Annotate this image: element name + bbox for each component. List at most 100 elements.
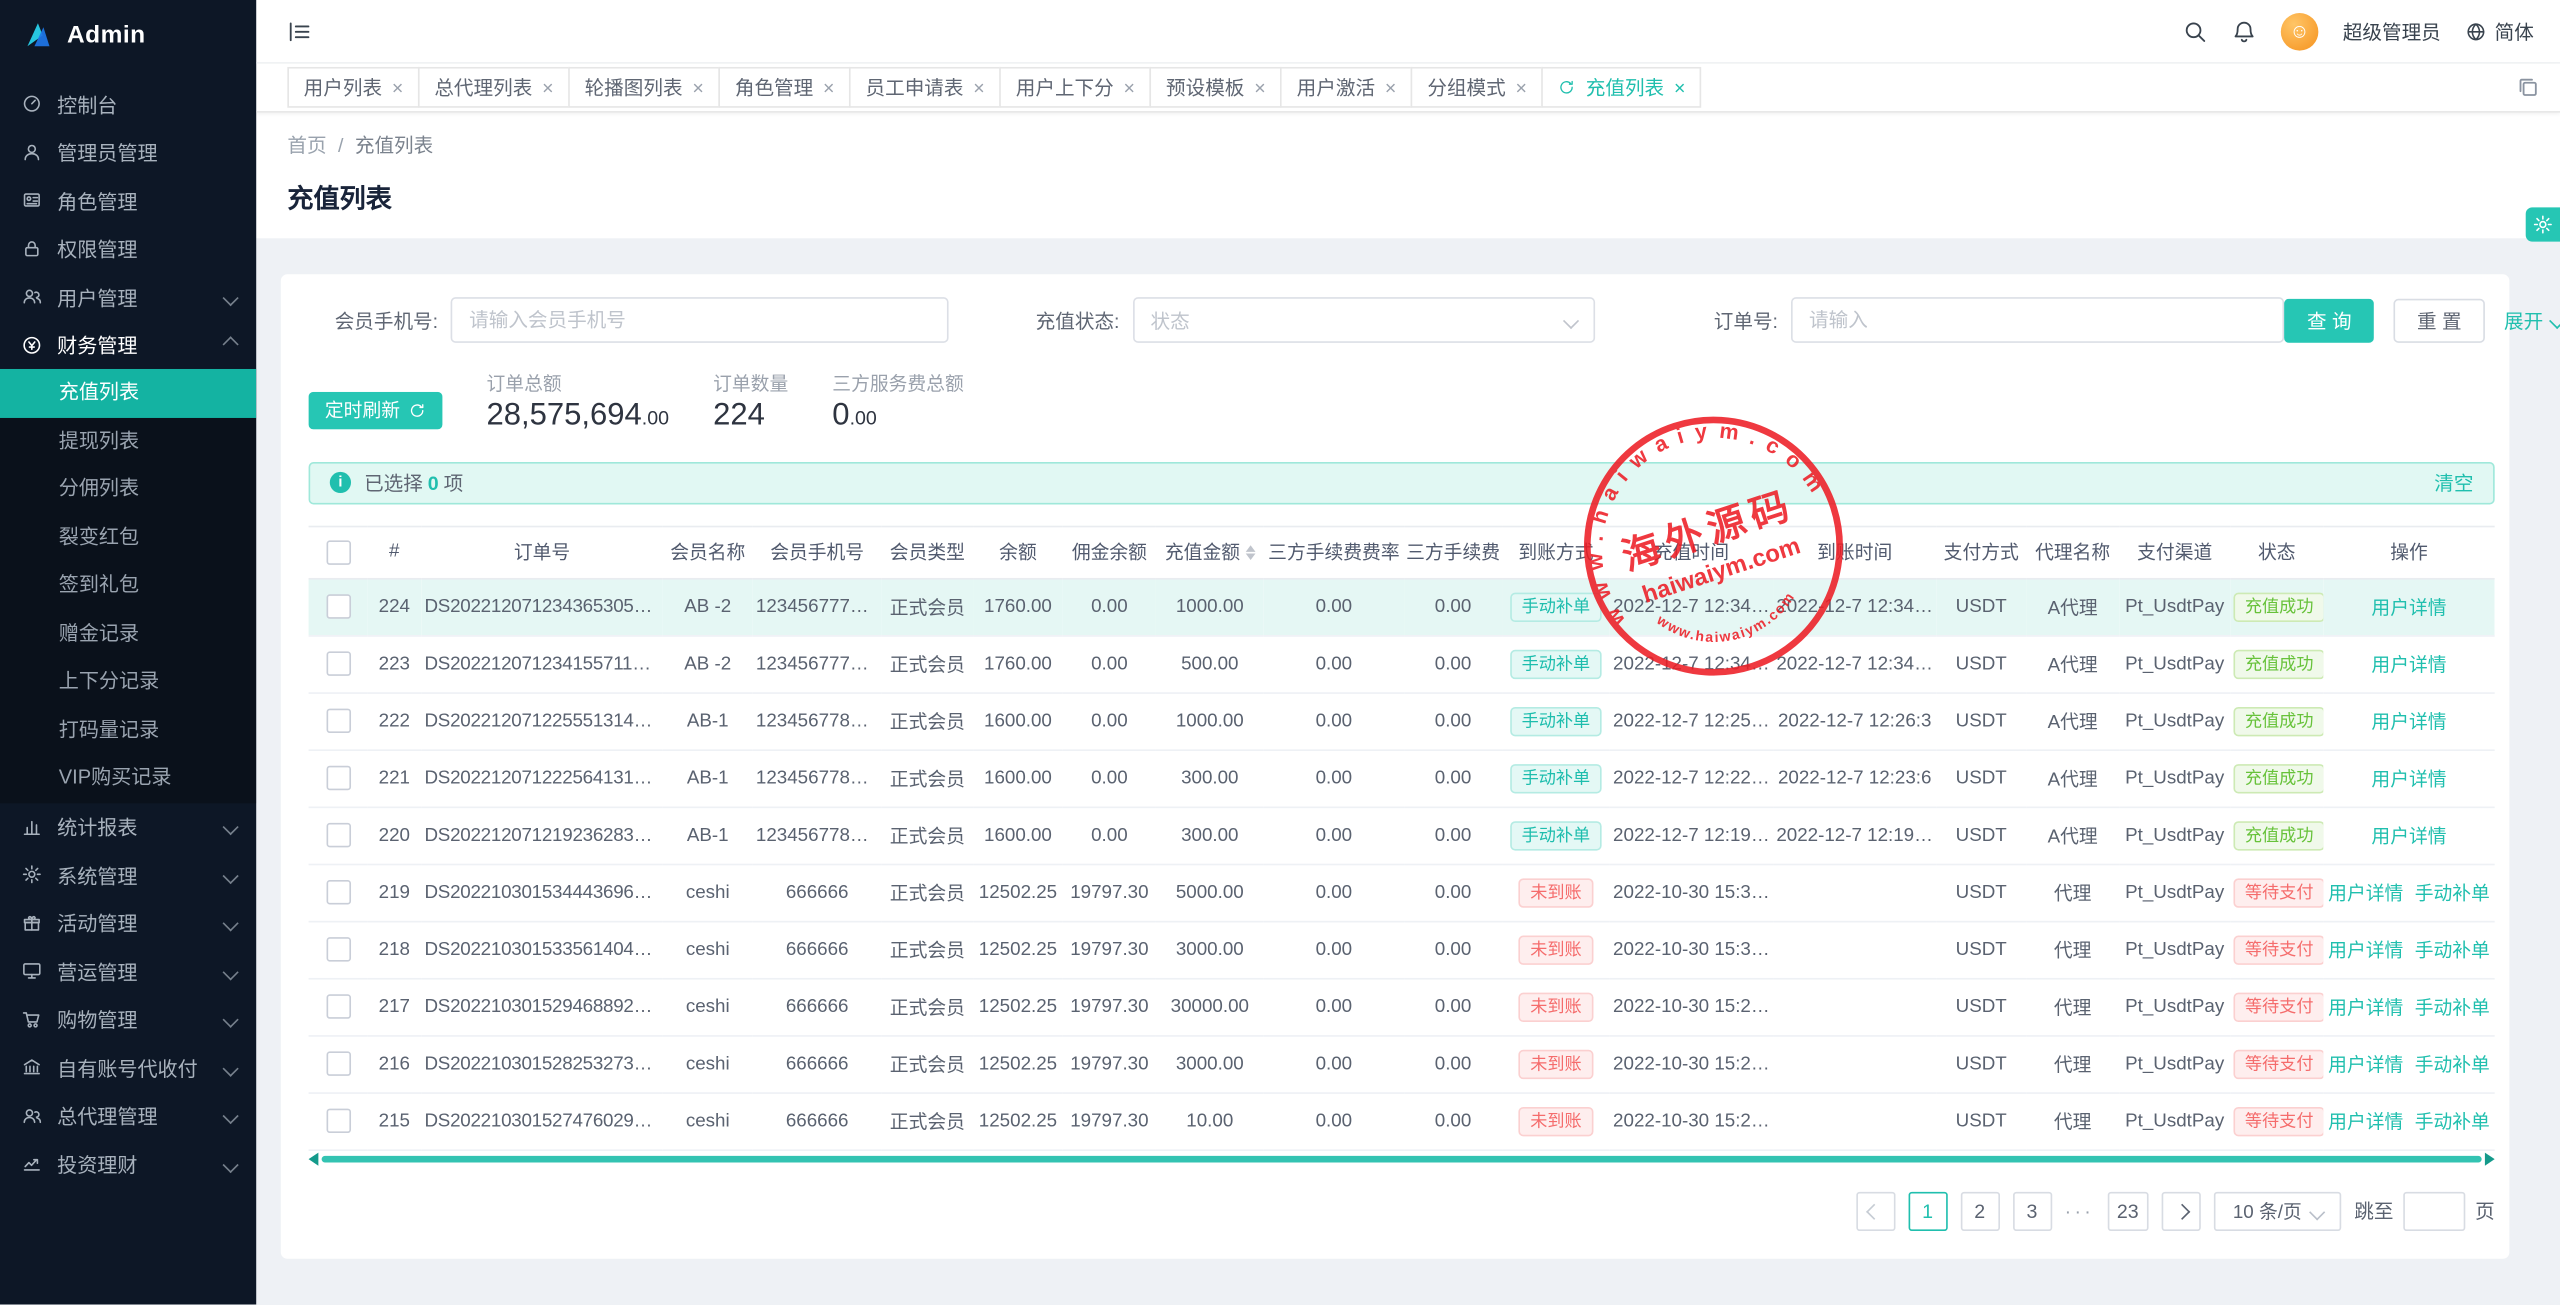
clear-selection-link[interactable]: 清空 [2434, 469, 2473, 497]
user-detail-link[interactable]: 用户详情 [2328, 994, 2403, 1020]
sidebar-subitem-wager-record[interactable]: 打码量记录 [0, 706, 256, 754]
tab-close-icon[interactable]: × [1254, 78, 1265, 98]
pagination-ellipsis[interactable]: ··· [2065, 1200, 2094, 1223]
recharge-status-select[interactable]: 状态 [1133, 297, 1595, 343]
tab-carousel-list[interactable]: 轮播图列表× [568, 67, 720, 108]
row-checkbox[interactable] [326, 1052, 350, 1076]
tab-recharge-list[interactable]: 充值列表× [1542, 67, 1702, 108]
row-checkbox[interactable] [326, 709, 350, 733]
sidebar-item-finance-management[interactable]: 财务管理 [0, 321, 256, 369]
user-detail-link[interactable]: 用户详情 [2328, 1108, 2403, 1134]
logo[interactable]: Admin [0, 0, 256, 69]
scroll-right-icon[interactable] [2485, 1153, 2495, 1166]
tab-preset-template[interactable]: 预设模板× [1150, 67, 1282, 108]
horizontal-scrollbar[interactable] [309, 1154, 2495, 1165]
sidebar-item-permission-management[interactable]: 权限管理 [0, 224, 256, 272]
manual-supplement-link[interactable]: 手动补单 [2415, 880, 2490, 906]
user-detail-link[interactable]: 用户详情 [2371, 651, 2446, 677]
row-checkbox[interactable] [326, 1109, 350, 1133]
user-detail-link[interactable]: 用户详情 [2371, 594, 2446, 620]
tab-group-mode[interactable]: 分组模式× [1411, 67, 1543, 108]
manual-supplement-link[interactable]: 手动补单 [2415, 1108, 2490, 1134]
sidebar-item-investment[interactable]: 投资理财 [0, 1140, 256, 1188]
row-checkbox[interactable] [326, 823, 350, 847]
tab-user-list[interactable]: 用户列表× [287, 67, 419, 108]
page-number-button[interactable]: 23 [2107, 1192, 2148, 1231]
sidebar-subitem-recharge-list[interactable]: 充值列表 [0, 369, 256, 417]
tab-general-agent-list[interactable]: 总代理列表× [418, 67, 570, 108]
sidebar-subitem-fission-red-packet[interactable]: 裂变红包 [0, 513, 256, 561]
user-detail-link[interactable]: 用户详情 [2371, 823, 2446, 849]
sidebar-subitem-up-down-record[interactable]: 上下分记录 [0, 658, 256, 706]
copy-icon[interactable] [2516, 75, 2540, 99]
tab-close-icon[interactable]: × [1516, 78, 1527, 98]
reset-button[interactable]: 重 置 [2394, 298, 2484, 342]
tab-role-management[interactable]: 角色管理× [719, 67, 851, 108]
row-checkbox[interactable] [326, 652, 350, 676]
order-number-input[interactable] [1791, 297, 2284, 343]
prev-page-button[interactable] [1856, 1192, 1895, 1231]
tab-staff-application[interactable]: 员工申请表× [849, 67, 1001, 108]
sidebar-subitem-commission-list[interactable]: 分佣列表 [0, 465, 256, 513]
manual-supplement-link[interactable]: 手动补单 [2415, 994, 2490, 1020]
sidebar-subitem-bonus-record[interactable]: 赠金记录 [0, 610, 256, 658]
row-checkbox[interactable] [326, 995, 350, 1019]
user-detail-link[interactable]: 用户详情 [2328, 1051, 2403, 1077]
menu-fold-icon[interactable] [287, 19, 311, 43]
scrollbar-track[interactable] [322, 1157, 2482, 1164]
settings-fab[interactable] [2526, 207, 2560, 241]
tab-close-icon[interactable]: × [542, 78, 553, 98]
tab-close-icon[interactable]: × [823, 78, 834, 98]
tab-user-up-down[interactable]: 用户上下分× [999, 67, 1151, 108]
sidebar-item-dashboard[interactable]: 控制台 [0, 80, 256, 128]
sidebar-item-role-management[interactable]: 角色管理 [0, 176, 256, 224]
tab-close-icon[interactable]: × [1674, 78, 1685, 98]
column-header-recharge_amount[interactable]: 充值金额 [1156, 526, 1264, 578]
page-number-button[interactable]: 1 [1908, 1192, 1947, 1231]
select-all-checkbox[interactable] [326, 540, 350, 564]
sidebar-subitem-vip-purchase-record[interactable]: VIP购买记录 [0, 754, 256, 802]
language-switcher[interactable]: 简体 [2465, 17, 2534, 45]
page-number-button[interactable]: 2 [1960, 1192, 1999, 1231]
sidebar-item-user-management[interactable]: 用户管理 [0, 273, 256, 321]
member-phone-input[interactable] [451, 297, 949, 343]
sidebar-item-operation-management[interactable]: 营运管理 [0, 947, 256, 995]
tab-close-icon[interactable]: × [392, 78, 403, 98]
sort-icon[interactable] [1245, 545, 1255, 560]
user-detail-link[interactable]: 用户详情 [2328, 937, 2403, 963]
sidebar-item-statistics-report[interactable]: 统计报表 [0, 802, 256, 850]
next-page-button[interactable] [2162, 1192, 2201, 1231]
sidebar-item-system-management[interactable]: 系统管理 [0, 851, 256, 899]
sidebar-subitem-check-in-gift[interactable]: 签到礼包 [0, 562, 256, 610]
breadcrumb-home[interactable]: 首页 [287, 131, 326, 159]
row-checkbox[interactable] [326, 766, 350, 790]
row-checkbox[interactable] [326, 595, 350, 619]
sidebar-item-own-account-payment[interactable]: 自有账号代收付 [0, 1043, 256, 1091]
manual-supplement-link[interactable]: 手动补单 [2415, 937, 2490, 963]
tab-close-icon[interactable]: × [1124, 78, 1135, 98]
search-button[interactable]: 查 询 [2284, 298, 2374, 342]
tab-user-activation[interactable]: 用户激活× [1280, 67, 1412, 108]
user-detail-link[interactable]: 用户详情 [2371, 766, 2446, 792]
page-size-select[interactable]: 10 条/页 [2214, 1192, 2341, 1231]
sidebar-item-admin-management[interactable]: 管理员管理 [0, 128, 256, 176]
scroll-left-icon[interactable] [309, 1153, 319, 1166]
tab-close-icon[interactable]: × [692, 78, 703, 98]
sidebar-item-general-agent-management[interactable]: 总代理管理 [0, 1091, 256, 1139]
expand-toggle[interactable]: 展开 [2504, 306, 2560, 334]
avatar[interactable]: ☺ [2281, 12, 2319, 50]
search-icon[interactable] [2183, 19, 2207, 43]
notification-bell-icon[interactable] [2232, 19, 2256, 43]
user-detail-link[interactable]: 用户详情 [2371, 708, 2446, 734]
tab-close-icon[interactable]: × [973, 78, 984, 98]
user-detail-link[interactable]: 用户详情 [2328, 880, 2403, 906]
row-checkbox[interactable] [326, 881, 350, 905]
sidebar-item-shopping-management[interactable]: 购物管理 [0, 995, 256, 1043]
tab-close-icon[interactable]: × [1385, 78, 1396, 98]
sidebar-subitem-withdrawal-list[interactable]: 提现列表 [0, 417, 256, 465]
sidebar-item-activity-management[interactable]: 活动管理 [0, 899, 256, 947]
auto-refresh-button[interactable]: 定时刷新 [309, 392, 443, 430]
manual-supplement-link[interactable]: 手动补单 [2415, 1051, 2490, 1077]
row-checkbox[interactable] [326, 938, 350, 962]
page-number-button[interactable]: 3 [2012, 1192, 2051, 1231]
